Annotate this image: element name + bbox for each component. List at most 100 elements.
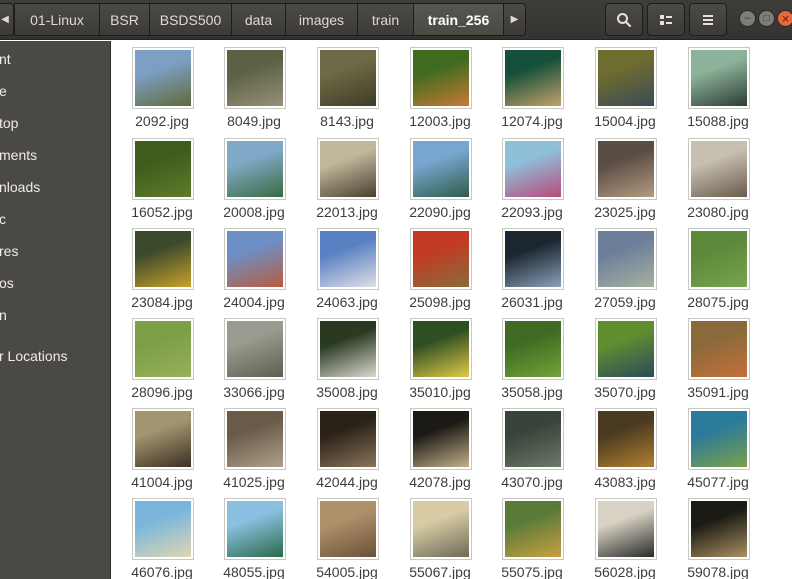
view-options-button[interactable]	[647, 3, 685, 36]
file-item[interactable]: 41004.jpg	[122, 402, 202, 492]
image-thumbnail	[595, 47, 657, 109]
file-item[interactable]: 23080.jpg	[678, 132, 758, 222]
menu-button[interactable]	[689, 3, 727, 36]
thumbnail-image	[505, 141, 561, 197]
file-name: 46076.jpg	[131, 564, 193, 579]
file-item[interactable]: 42078.jpg	[400, 402, 480, 492]
file-item[interactable]: 35058.jpg	[492, 312, 572, 402]
breadcrumb-images[interactable]: images	[286, 3, 358, 36]
file-item[interactable]: 22090.jpg	[400, 132, 480, 222]
file-name: 8049.jpg	[227, 113, 281, 129]
file-grid: 2092.jpg 8049.jpg 8143.jpg 12003.jpg 12074.j…	[112, 41, 792, 579]
thumbnail-image	[413, 231, 469, 287]
file-item[interactable]: 35008.jpg	[307, 312, 387, 402]
path-forward-button[interactable]: ▶	[504, 3, 526, 36]
sidebar-item-other-locations[interactable]: r Locations	[0, 342, 110, 372]
file-item[interactable]: 25098.jpg	[400, 222, 480, 312]
list-view-icon	[660, 14, 672, 25]
file-name: 22090.jpg	[409, 204, 471, 220]
close-icon: ×	[781, 11, 790, 26]
file-item[interactable]: 28096.jpg	[122, 312, 202, 402]
sidebar-item-trash[interactable]: n	[0, 301, 110, 331]
thumbnail-image	[135, 141, 191, 197]
file-item[interactable]: 55067.jpg	[400, 492, 480, 579]
file-item[interactable]: 23025.jpg	[585, 132, 665, 222]
file-item[interactable]: 55075.jpg	[492, 492, 572, 579]
thumbnail-image	[320, 50, 376, 106]
file-item[interactable]: 15088.jpg	[678, 41, 758, 131]
file-item[interactable]: 24004.jpg	[214, 222, 294, 312]
file-item[interactable]: 20008.jpg	[214, 132, 294, 222]
file-item[interactable]: 33066.jpg	[214, 312, 294, 402]
file-item[interactable]: 16052.jpg	[122, 132, 202, 222]
file-item[interactable]: 45077.jpg	[678, 402, 758, 492]
file-item[interactable]: 46076.jpg	[122, 492, 202, 579]
file-item[interactable]: 43083.jpg	[585, 402, 665, 492]
sidebar-item-desktop[interactable]: top	[0, 109, 110, 139]
file-item[interactable]: 8143.jpg	[307, 41, 387, 131]
sidebar-item-pictures[interactable]: res	[0, 237, 110, 267]
file-item[interactable]: 24063.jpg	[307, 222, 387, 312]
breadcrumb-01-linux[interactable]: 01-Linux	[14, 3, 100, 36]
sidebar-item-recent[interactable]: nt	[0, 45, 110, 75]
file-item[interactable]: 35091.jpg	[678, 312, 758, 402]
minimize-button[interactable]: –	[739, 10, 756, 27]
image-thumbnail	[317, 138, 379, 200]
sidebar-item-music[interactable]: c	[0, 205, 110, 235]
image-thumbnail	[317, 498, 379, 560]
thumbnail-image	[598, 321, 654, 377]
file-item[interactable]: 22093.jpg	[492, 132, 572, 222]
breadcrumb-train[interactable]: train	[358, 3, 414, 36]
maximize-icon: □	[763, 12, 770, 24]
thumbnail-image	[505, 411, 561, 467]
file-item[interactable]: 56028.jpg	[585, 492, 665, 579]
breadcrumb-bsds500[interactable]: BSDS500	[150, 3, 232, 36]
file-name: 23080.jpg	[687, 204, 749, 220]
path-back-button[interactable]: ◀	[0, 3, 14, 36]
file-item[interactable]: 59078.jpg	[678, 492, 758, 579]
file-item[interactable]: 26031.jpg	[492, 222, 572, 312]
breadcrumb-bsr[interactable]: BSR	[100, 3, 150, 36]
close-button[interactable]: ×	[777, 10, 792, 27]
file-item[interactable]: 22013.jpg	[307, 132, 387, 222]
file-name: 22013.jpg	[316, 204, 378, 220]
file-item[interactable]: 35010.jpg	[400, 312, 480, 402]
file-item[interactable]: 15004.jpg	[585, 41, 665, 131]
image-thumbnail	[317, 47, 379, 109]
breadcrumb-data[interactable]: data	[232, 3, 286, 36]
sidebar-item-videos[interactable]: os	[0, 269, 110, 299]
thumbnail-image	[135, 501, 191, 557]
file-item[interactable]: 27059.jpg	[585, 222, 665, 312]
thumbnail-image	[413, 411, 469, 467]
search-button[interactable]	[605, 3, 643, 36]
sidebar-item-downloads[interactable]: nloads	[0, 173, 110, 203]
thumbnail-image	[320, 231, 376, 287]
file-item[interactable]: 23084.jpg	[122, 222, 202, 312]
file-item[interactable]: 42044.jpg	[307, 402, 387, 492]
file-item[interactable]: 28075.jpg	[678, 222, 758, 312]
file-name: 15004.jpg	[594, 113, 656, 129]
file-name: 8143.jpg	[320, 113, 374, 129]
sidebar-item-home[interactable]: e	[0, 77, 110, 107]
file-item[interactable]: 12074.jpg	[492, 41, 572, 131]
maximize-button[interactable]: □	[758, 10, 775, 27]
file-item[interactable]: 43070.jpg	[492, 402, 572, 492]
file-item[interactable]: 8049.jpg	[214, 41, 294, 131]
file-item[interactable]: 2092.jpg	[122, 41, 202, 131]
file-item[interactable]: 35070.jpg	[585, 312, 665, 402]
thumbnail-image	[135, 411, 191, 467]
thumbnail-image	[691, 141, 747, 197]
file-name: 33066.jpg	[223, 384, 285, 400]
breadcrumb-train-256[interactable]: train_256	[414, 3, 504, 36]
thumbnail-image	[691, 321, 747, 377]
thumbnail-image	[227, 501, 283, 557]
file-item[interactable]: 41025.jpg	[214, 402, 294, 492]
file-name: 45077.jpg	[687, 474, 749, 490]
thumbnail-image	[505, 321, 561, 377]
image-thumbnail	[317, 408, 379, 470]
file-item[interactable]: 12003.jpg	[400, 41, 480, 131]
sidebar-item-documents[interactable]: ments	[0, 141, 110, 171]
file-item[interactable]: 48055.jpg	[214, 492, 294, 579]
image-thumbnail	[688, 47, 750, 109]
file-item[interactable]: 54005.jpg	[307, 492, 387, 579]
